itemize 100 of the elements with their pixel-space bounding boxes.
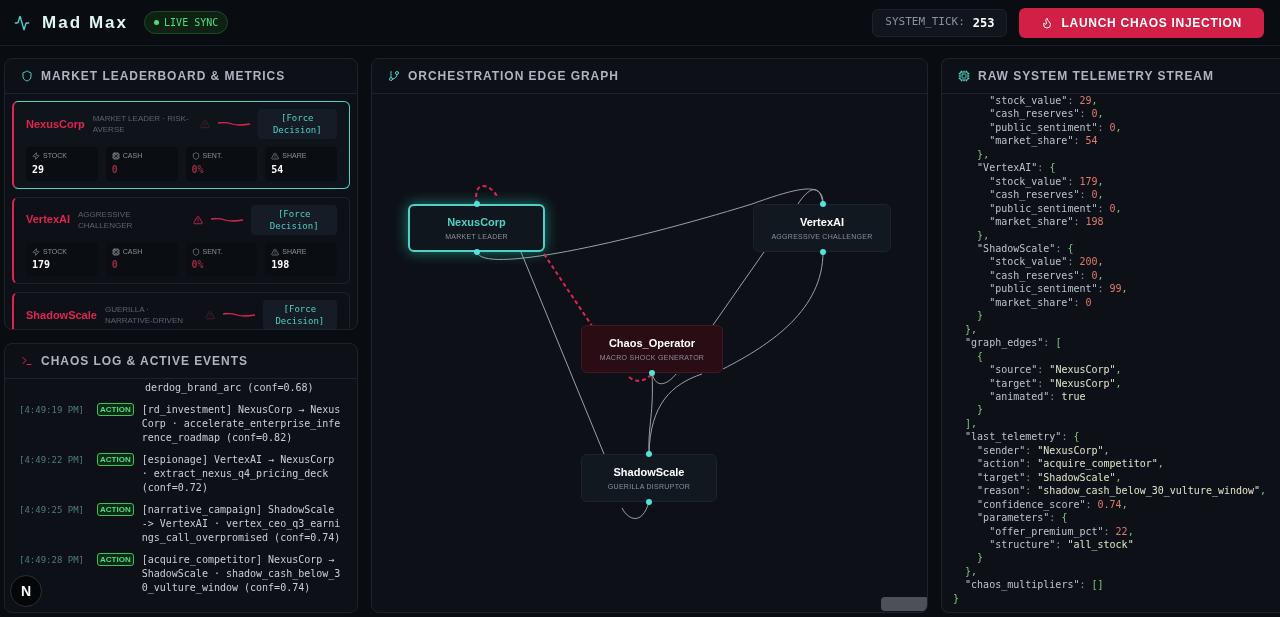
shield-icon (191, 247, 200, 256)
metric-value: 0% (191, 258, 205, 272)
lightning-icon (32, 152, 40, 161)
code-line: "confidence_score": 0.74, (976, 497, 1129, 512)
sparkline (222, 312, 255, 318)
panel-title: RAW SYSTEM TELEMETRY STREAM (978, 68, 1214, 85)
company-subtitle: GUERILLA · NARRATIVE-DRIVEN (104, 304, 184, 326)
code-line: } (953, 591, 961, 606)
company-name: ShadowScale (26, 307, 97, 323)
code-line: "chaos_multipliers": [] (964, 578, 1105, 592)
code-line: "graph_edges": [ (964, 336, 1063, 350)
code-line: "source": "NexusCorp", (988, 363, 1123, 377)
action-badge: ACTION (97, 553, 134, 566)
sparkline (211, 216, 244, 223)
node-handle[interactable] (646, 499, 652, 505)
code-line: "last_telemetry": { (964, 430, 1081, 444)
code-line: "animated": true (988, 389, 1087, 404)
code-line: "cash_reserves": 0, (988, 188, 1105, 202)
action-badge: ACTION (97, 403, 134, 416)
code-line: "public_sentiment": 99, (988, 282, 1129, 296)
code-line: "offer_premium_pct": 22, (988, 524, 1135, 538)
code-line: }, (976, 228, 991, 242)
flame-icon (1041, 16, 1054, 29)
warning-icon (271, 247, 280, 256)
panel-title: MARKET LEADERBOARD & METRICS (41, 68, 286, 85)
pulse-icon (14, 14, 30, 31)
sparkline (217, 121, 250, 127)
chip-icon (958, 70, 970, 82)
app-title[interactable]: Mad Max (42, 9, 129, 36)
force-decision-button[interactable]: [Force Decision] (251, 204, 337, 235)
code-line: } (976, 551, 985, 565)
tick-label: SYSTEM_TICK: (885, 14, 965, 31)
status-badge: LIVE SYNC (144, 11, 229, 34)
node-handle[interactable] (649, 370, 655, 376)
company-name: VertexAI (26, 212, 71, 228)
action-badge: ACTION (97, 453, 134, 466)
metric-value: 54 (271, 162, 285, 177)
action-badge: ACTION (97, 503, 134, 516)
code-line: "reason": "shadow_cash_below_30_vulture_window", (976, 484, 1268, 498)
force-decision-button[interactable]: [Force Decision] (262, 300, 337, 329)
code-line: "market_share": 0 (988, 295, 1093, 310)
code-line: "parameters": { (976, 511, 1069, 525)
code-line: "stock_value": 179, (988, 174, 1105, 189)
code-line: "market_share": 54 (988, 134, 1099, 148)
node-handle[interactable] (474, 249, 480, 255)
metric-value: 29 (32, 162, 46, 177)
company-subtitle: MARKET LEADER · RISK-AVERSE (92, 113, 190, 135)
code-line: "target": "NexusCorp", (988, 376, 1123, 390)
code-line: }, (964, 564, 979, 579)
log-time: [4:49:28 PM] (19, 554, 86, 567)
lightning-icon (32, 247, 40, 256)
node-handle[interactable] (820, 201, 826, 207)
code-line: "sender": "NexusCorp", (976, 443, 1111, 458)
node-label: VertexAI (800, 214, 844, 230)
node-label: NexusCorp (447, 214, 506, 230)
warning-icon (271, 152, 280, 161)
panel-title: ORCHESTRATION EDGE GRAPH (408, 68, 619, 85)
log-message: [espionage] VertexAI → NexusCorp · extract_nexus_q4_pricing_deck (conf=0.72) (141, 453, 336, 495)
log-message: [narrative_campaign] ShadowScale -> VertexAI · vertex_ceo_q3_earnings_call_overpromised (conf=0.74) (141, 503, 342, 545)
panel-title: CHAOS LOG & ACTIVE EVENTS (41, 353, 248, 370)
code-line: "target": "ShadowScale", (976, 470, 1123, 485)
code-line: } (976, 309, 985, 323)
animated-edge (628, 373, 653, 382)
chip-icon (111, 152, 120, 161)
code-line: }, (964, 322, 979, 337)
code-line: "VertexAI": { (976, 161, 1057, 175)
code-line: ], (964, 416, 979, 431)
log-message: [acquire_competitor] NexusCorp → ShadowScale · shadow_cash_below_30_vulture_window (conf=0.74) (141, 553, 342, 595)
code-line: "ShadowScale": { (976, 242, 1075, 256)
node-handle[interactable] (646, 451, 652, 457)
tick-value: 253 (972, 14, 995, 32)
metric-value: 179 (32, 258, 52, 272)
log-time: [4:49:25 PM] (19, 504, 86, 517)
branch-icon (388, 70, 400, 82)
code-line: "stock_value": 200, (988, 255, 1105, 269)
node-handle[interactable] (820, 249, 826, 255)
code-line: { (976, 349, 985, 364)
code-line: "cash_reserves": 0, (988, 107, 1105, 121)
code-line: }, (976, 147, 991, 162)
code-line: "action": "acquire_competitor", (976, 457, 1165, 471)
code-line: } (976, 403, 985, 417)
code-line: "stock_value": 29, (988, 94, 1099, 108)
metric-value: 0 (111, 162, 119, 177)
node-handle[interactable] (474, 201, 480, 207)
code-line: "structure": "all_stock" (988, 538, 1135, 552)
code-line: "public_sentiment": 0, (988, 201, 1123, 216)
metric-value: 0% (191, 162, 205, 177)
node-label: Chaos_Operator (608, 335, 696, 351)
launch-chaos-button[interactable]: LAUNCH CHAOS INJECTION (1019, 7, 1264, 38)
company-subtitle: AGGRESSIVE CHALLENGER (78, 208, 134, 231)
metric-value: 198 (271, 258, 291, 272)
terminal-icon (21, 355, 33, 367)
log-time: [4:49:19 PM] (19, 404, 86, 417)
code-line: "cash_reserves": 0, (988, 268, 1105, 283)
shield-icon (191, 152, 200, 161)
log-message: [rd_investment] NexusCorp → NexusCorp · accelerate_enterprise_inference_roadmap (conf=0.82) (141, 403, 342, 445)
force-decision-button[interactable]: [Force Decision] (257, 109, 337, 139)
node-label: ShadowScale (613, 464, 685, 480)
log-time: [4:49:22 PM] (19, 454, 86, 467)
code-line: "public_sentiment": 0, (988, 120, 1123, 135)
